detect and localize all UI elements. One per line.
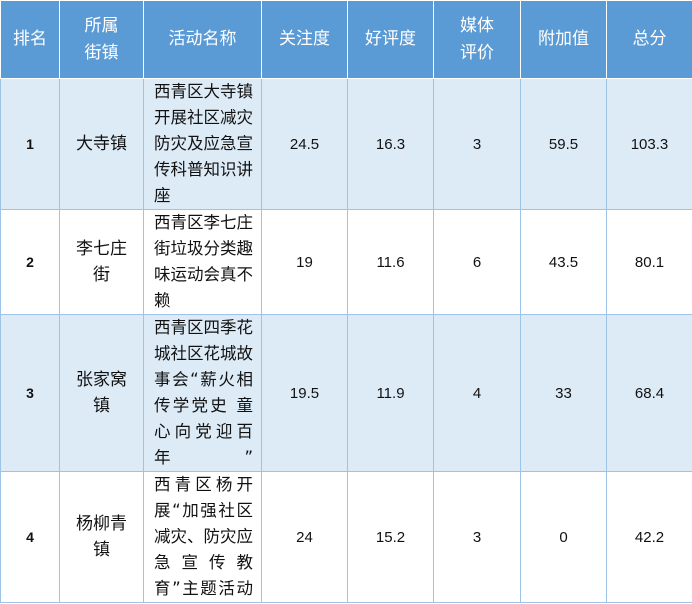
cell-attention: 24.5 <box>261 78 348 210</box>
header-row: 排名 所属街镇 活动名称 关注度 好评度 媒体评价 附加值 总分 <box>0 0 692 79</box>
cell-total: 80.1 <box>606 209 692 315</box>
cell-activity: 西青区四季花城社区花城故事会“薪火相传学党史 童心向党迎百年” <box>143 314 262 472</box>
table-row: 4 杨柳青镇 西青区杨开展“加强社区减灾、防灾应急宣传教育”主题活动 24 15… <box>0 471 692 603</box>
cell-activity: 西青区杨开展“加强社区减灾、防灾应急宣传教育”主题活动 <box>143 471 262 603</box>
table-row: 1 大寺镇 西青区大寺镇开展社区减灾防灾及应急宣传科普知识讲座 24.5 16.… <box>0 78 692 210</box>
cell-rank: 3 <box>0 314 60 472</box>
cell-media: 6 <box>433 209 521 315</box>
cell-rating: 11.9 <box>347 314 434 472</box>
cell-town: 张家窝镇 <box>59 314 144 472</box>
cell-town: 李七庄街 <box>59 209 144 315</box>
cell-bonus: 59.5 <box>520 78 607 210</box>
header-rank: 排名 <box>0 0 60 79</box>
cell-media: 3 <box>433 471 521 603</box>
header-activity: 活动名称 <box>143 0 262 79</box>
header-total: 总分 <box>606 0 692 79</box>
cell-town: 杨柳青镇 <box>59 471 144 603</box>
cell-bonus: 0 <box>520 471 607 603</box>
cell-total: 68.4 <box>606 314 692 472</box>
cell-bonus: 43.5 <box>520 209 607 315</box>
header-attention: 关注度 <box>261 0 348 79</box>
cell-media: 4 <box>433 314 521 472</box>
table-row: 3 张家窝镇 西青区四季花城社区花城故事会“薪火相传学党史 童心向党迎百年” 1… <box>0 314 692 472</box>
header-rating: 好评度 <box>347 0 434 79</box>
cell-rating: 11.6 <box>347 209 434 315</box>
table-row: 2 李七庄街 西青区李七庄街垃圾分类趣味运动会真不赖 19 11.6 6 43.… <box>0 209 692 315</box>
cell-total: 42.2 <box>606 471 692 603</box>
cell-attention: 19 <box>261 209 348 315</box>
cell-town: 大寺镇 <box>59 78 144 210</box>
cell-rank: 1 <box>0 78 60 210</box>
table-body: 1 大寺镇 西青区大寺镇开展社区减灾防灾及应急宣传科普知识讲座 24.5 16.… <box>0 78 692 603</box>
cell-attention: 24 <box>261 471 348 603</box>
cell-activity: 西青区大寺镇开展社区减灾防灾及应急宣传科普知识讲座 <box>143 78 262 210</box>
cell-bonus: 33 <box>520 314 607 472</box>
ranking-table: 排名 所属街镇 活动名称 关注度 好评度 媒体评价 附加值 总分 1 大寺镇 西… <box>0 0 692 603</box>
cell-rating: 15.2 <box>347 471 434 603</box>
cell-total: 103.3 <box>606 78 692 210</box>
table-header: 排名 所属街镇 活动名称 关注度 好评度 媒体评价 附加值 总分 <box>0 0 692 79</box>
cell-rank: 2 <box>0 209 60 315</box>
cell-activity: 西青区李七庄街垃圾分类趣味运动会真不赖 <box>143 209 262 315</box>
cell-media: 3 <box>433 78 521 210</box>
header-bonus: 附加值 <box>520 0 607 79</box>
cell-rating: 16.3 <box>347 78 434 210</box>
cell-rank: 4 <box>0 471 60 603</box>
header-media: 媒体评价 <box>433 0 521 79</box>
header-town: 所属街镇 <box>59 0 144 79</box>
cell-attention: 19.5 <box>261 314 348 472</box>
